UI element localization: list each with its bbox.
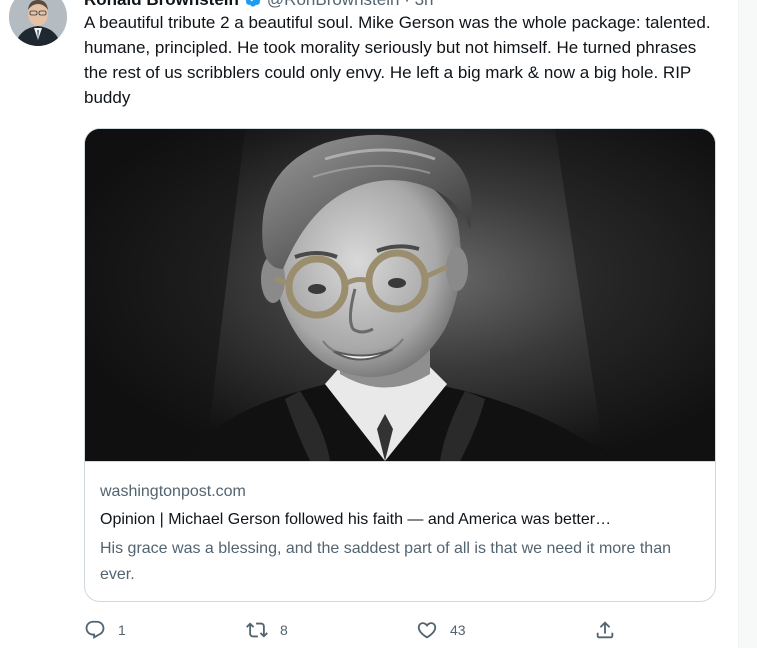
card-image <box>85 129 715 462</box>
author-line: Ronald Brownstein @RonBrownstein · 3h <box>84 0 434 9</box>
reply-icon <box>84 619 106 641</box>
link-card[interactable]: washingtonpost.com Opinion | Michael Ger… <box>84 128 716 602</box>
share-icon <box>594 619 616 641</box>
portrait-illustration <box>85 129 715 461</box>
card-title: Opinion | Michael Gerson followed his fa… <box>100 511 612 528</box>
heart-icon <box>416 619 438 641</box>
avatar[interactable] <box>9 0 67 46</box>
reply-button[interactable]: 1 <box>84 616 126 644</box>
tweet-page: Ronald Brownstein @RonBrownstein · 3h A b… <box>0 0 757 648</box>
retweet-icon <box>246 619 268 641</box>
like-button[interactable]: 43 <box>416 616 466 644</box>
reply-count: 1 <box>118 622 126 638</box>
author-name[interactable]: Ronald Brownstein <box>84 0 239 9</box>
card-domain: washingtonpost.com <box>100 483 246 500</box>
time-separator: · <box>404 0 410 9</box>
share-button[interactable] <box>594 616 616 644</box>
tweet-actions: 1 8 43 <box>84 616 724 644</box>
author-handle[interactable]: @RonBrownstein <box>267 0 400 9</box>
avatar-portrait <box>9 0 67 46</box>
right-gutter <box>738 0 757 648</box>
card-description: His grace was a blessing, and the saddes… <box>100 540 671 583</box>
tweet-time[interactable]: 3h <box>415 0 434 9</box>
like-count: 43 <box>450 622 466 638</box>
tweet-text: A beautiful tribute 2 a beautiful soul. … <box>84 13 711 107</box>
retweet-button[interactable]: 8 <box>246 616 288 644</box>
retweet-count: 8 <box>280 622 288 638</box>
